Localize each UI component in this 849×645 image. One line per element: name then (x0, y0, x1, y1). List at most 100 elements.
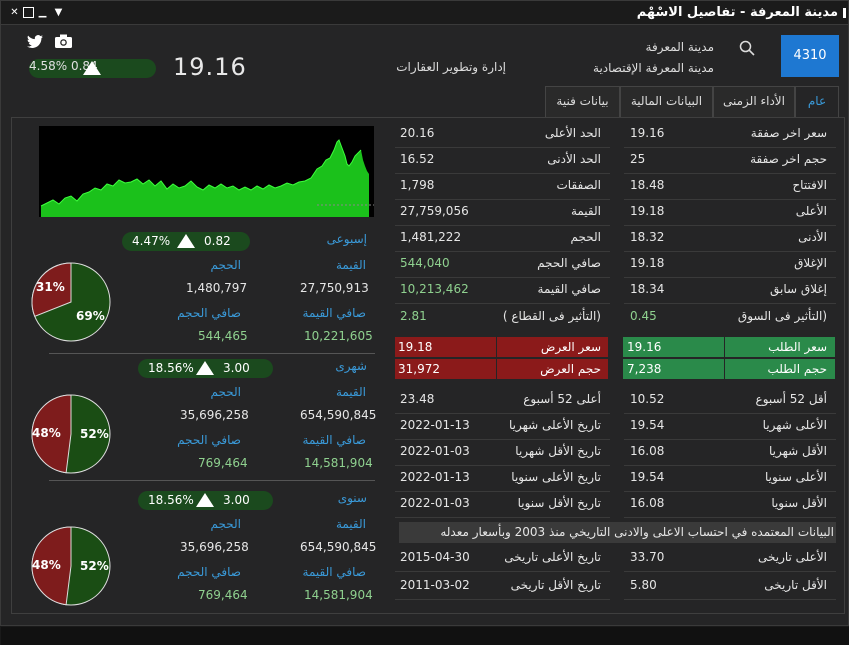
twitter-icon[interactable] (27, 35, 43, 49)
pie-green-label: 69% (76, 309, 105, 323)
company-short-name: مدينة المعرفة (645, 40, 714, 54)
row-divider (624, 199, 836, 200)
bid-volume-label: حجم الطلب (767, 362, 827, 376)
ask-volume-label: حجم العرض (540, 362, 601, 376)
right-col-value: 0.45 (630, 309, 657, 323)
historic-date-value: 2015-04-30 (400, 550, 470, 564)
symbol-box[interactable]: 4310 (781, 35, 839, 77)
ask-volume-value: 31,972 (398, 362, 440, 376)
row-divider (395, 199, 610, 200)
close-icon[interactable]: ✕ (9, 7, 20, 18)
period-volume-label: الحجم (210, 517, 241, 531)
hist-label: الأعلى شهريا (762, 418, 827, 432)
row-divider (624, 465, 836, 466)
right-col-label: (التأثير فى السوق (737, 309, 827, 323)
right-col-label: الإغلاق (794, 256, 827, 270)
daily-change-pct: 4.58% (29, 59, 68, 73)
row-divider (624, 173, 836, 174)
pie-red-label: 31% (36, 280, 65, 294)
right-col-label: حجم اخر صفقة (750, 152, 827, 166)
historic-label: الأقل تاريخى (764, 578, 827, 592)
right-col-label: سعر اخر صفقة (750, 126, 827, 140)
hist-label: الأقل سنويا (771, 496, 827, 510)
period-change-pct: 4.47% (132, 234, 171, 248)
row-divider (624, 599, 836, 600)
hist-label: تاريخ الأقل شهريا (515, 444, 601, 458)
hist-value: 2022-01-03 (400, 444, 470, 458)
row-divider (624, 225, 836, 226)
period-net-volume-label: صافي الحجم (177, 306, 241, 320)
row-divider (624, 571, 836, 572)
pie-red-label: 48% (32, 558, 61, 572)
hist-value: 16.08 (630, 444, 665, 458)
hist-label: أعلى 52 أسبوع (523, 392, 601, 406)
period-name: سنوى (337, 491, 367, 505)
tab-technical-data[interactable]: بيانات فنية (545, 86, 620, 117)
tab-financial-data[interactable]: البيانات المالية (620, 86, 713, 117)
row-divider (395, 147, 610, 148)
row-divider (395, 571, 610, 572)
tab-general[interactable]: عام (795, 86, 839, 117)
historic-value: 33.70 (630, 550, 665, 564)
row-divider (624, 517, 836, 518)
period-volume-label: الحجم (210, 258, 241, 272)
period-change: 3.00 (223, 361, 250, 375)
period-change-pill: 18.56% 3.00 (138, 359, 273, 378)
up-triangle-icon (83, 61, 101, 75)
pie-green-label: 52% (80, 559, 109, 573)
mid-col-value: 544,040 (400, 256, 450, 270)
right-col-value: 25 (630, 152, 646, 166)
mid-col-value: 2.81 (400, 309, 427, 323)
period-separator (49, 353, 375, 354)
row-divider (395, 173, 610, 174)
hist-value: 16.08 (630, 496, 665, 510)
period-volume-label: الحجم (210, 385, 241, 399)
right-col-value: 18.34 (630, 282, 665, 296)
period-change-pct: 18.56% (148, 493, 194, 507)
historic-date-label: تاريخ الأعلى تاريخى (504, 550, 601, 564)
ask-price-label: سعر العرض (540, 340, 601, 354)
row-divider (624, 413, 836, 414)
sector-name: إدارة وتطوير العقارات (396, 60, 506, 74)
period-net-value-label: صافي القيمة (302, 565, 366, 579)
period-net-value-label: صافي القيمة (302, 433, 366, 447)
bid-volume-value: 7,238 (627, 362, 662, 376)
stock-details-window: ✕ ▁ ▼ مدينة المعرفة - تفاصيل الاسْهْم 4.… (0, 0, 849, 645)
mid-col-label: الحد الأعلى (544, 126, 601, 140)
mid-col-value: 16.52 (400, 152, 435, 166)
minimize-icon[interactable]: ▁ (37, 7, 48, 18)
right-col-value: 18.32 (630, 230, 665, 244)
right-col-label: إغلاق سابق (770, 282, 827, 296)
historic-value: 5.80 (630, 578, 657, 592)
mid-col-value: 27,759,056 (400, 204, 469, 218)
period-value: 654,590,845 (300, 408, 377, 422)
camera-icon[interactable] (55, 34, 72, 48)
search-icon[interactable] (739, 40, 755, 56)
period-value: 27,750,913 (300, 281, 369, 295)
row-divider (395, 277, 610, 278)
right-col-value: 18.48 (630, 178, 665, 192)
period-value-label: القيمة (335, 517, 366, 531)
bid-price-value: 19.16 (627, 340, 662, 354)
period-volume: 35,696,258 (180, 408, 249, 422)
maximize-icon[interactable] (23, 7, 34, 18)
hist-value: 2022-01-13 (400, 470, 470, 484)
hist-label: الأعلى سنويا (765, 470, 827, 484)
row-divider (395, 225, 610, 226)
hist-value: 2022-01-13 (400, 418, 470, 432)
period-volume: 35,696,258 (180, 540, 249, 554)
period-value: 654,590,845 (300, 540, 377, 554)
row-divider (624, 251, 836, 252)
up-triangle-icon (196, 361, 214, 375)
menu-dropdown-icon[interactable]: ▼ (53, 7, 64, 18)
hist-value: 19.54 (630, 470, 665, 484)
historic-note: البيانات المعتمده في احتساب الاعلى والاد… (440, 525, 834, 539)
row-divider (395, 599, 610, 600)
hist-value: 19.54 (630, 418, 665, 432)
row-divider (395, 517, 610, 518)
tab-time-performance[interactable]: الأداء الزمنى (713, 86, 795, 117)
mid-col-value: 1,481,222 (400, 230, 462, 244)
orderbook-divider (496, 337, 497, 379)
period-net-value: 10,221,605 (304, 329, 373, 343)
mid-col-label: الصفقات (556, 178, 602, 192)
